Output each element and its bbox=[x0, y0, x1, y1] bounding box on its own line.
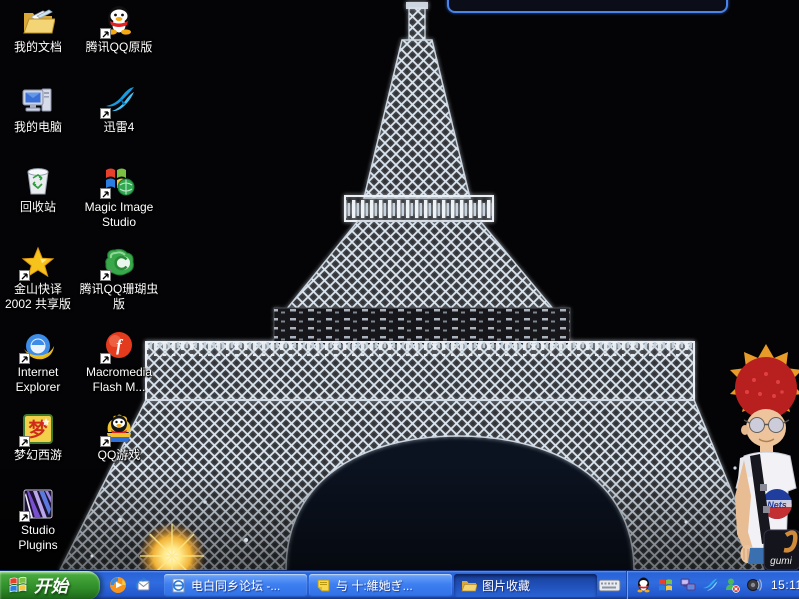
shortcut-arrow-icon bbox=[100, 108, 111, 119]
tray-coral-qq-offline-icon[interactable] bbox=[723, 577, 740, 594]
tray-thunder-icon[interactable] bbox=[701, 577, 718, 594]
task-button-forum[interactable]: 电白同乡论坛 -... bbox=[164, 574, 307, 597]
sticky-note-icon bbox=[316, 578, 331, 593]
task-title: 图片收藏 bbox=[482, 577, 530, 594]
menghuan-xiyou-icon: 梦 bbox=[21, 412, 55, 446]
shortcut-arrow-icon bbox=[100, 188, 111, 199]
tray-kingsoft-icon[interactable] bbox=[657, 577, 674, 594]
taskbar-right: 15:11 bbox=[598, 571, 799, 599]
kingsoft-star-icon bbox=[21, 246, 55, 280]
taskbar-clock[interactable]: 15:11 bbox=[771, 578, 799, 592]
desktop-icon-label: Studio Plugins bbox=[18, 523, 57, 553]
shortcut-arrow-icon bbox=[100, 270, 111, 281]
my-computer-icon bbox=[21, 84, 55, 118]
my-documents-icon bbox=[21, 4, 55, 38]
task-title: 电白同乡论坛 -... bbox=[191, 577, 280, 594]
desktop-icon-label: 迅雷4 bbox=[104, 120, 135, 135]
desktop-icon-label: QQ游戏 bbox=[98, 448, 141, 463]
taskbar: 开始 bbox=[0, 570, 799, 599]
flash-icon: f bbox=[102, 329, 136, 363]
task-button-pictures[interactable]: 图片收藏 bbox=[454, 574, 597, 597]
outlook-express-icon[interactable] bbox=[133, 575, 153, 595]
desktop-icon-label: 我的文档 bbox=[14, 40, 62, 55]
avatar-character: Nets gumi bbox=[714, 336, 799, 570]
start-button[interactable]: 开始 bbox=[0, 571, 100, 599]
quick-launch bbox=[108, 575, 153, 595]
recycle-bin-icon bbox=[21, 164, 55, 198]
desktop-icon-menghuan-xiyou[interactable]: 梦 梦幻西游 bbox=[0, 412, 80, 464]
shortcut-arrow-icon bbox=[19, 270, 30, 281]
start-button-label: 开始 bbox=[34, 572, 68, 599]
desktop-icon-qq[interactable]: 腾讯QQ原版 bbox=[77, 4, 161, 56]
svg-text:Nets: Nets bbox=[767, 500, 787, 510]
task-title: 与 十:維她ぎ... bbox=[336, 577, 413, 594]
studio-plugins-icon bbox=[21, 487, 55, 521]
qq-icon bbox=[102, 4, 136, 38]
desktop-icon-thunder[interactable]: 迅雷4 bbox=[77, 84, 161, 136]
shortcut-arrow-icon bbox=[19, 436, 30, 447]
desktop-icon-kingsoft-star[interactable]: 金山快译 2002 共享版 bbox=[0, 246, 80, 313]
shortcut-arrow-icon bbox=[19, 353, 30, 364]
desktop: 我的文档 腾讯QQ原版 bbox=[0, 0, 799, 599]
desktop-icon-label: 我的电脑 bbox=[14, 120, 62, 135]
svg-text:gumi: gumi bbox=[770, 556, 792, 567]
shortcut-arrow-icon bbox=[100, 353, 111, 364]
windows-media-player-icon[interactable] bbox=[108, 575, 128, 595]
windows-flag-icon bbox=[9, 576, 28, 595]
tray-qq-icon[interactable] bbox=[635, 577, 652, 594]
gumi-bag: gumi bbox=[764, 530, 799, 570]
desktop-icon-label: Internet Explorer bbox=[16, 365, 61, 395]
desktop-icon-qq-game[interactable]: QQ游戏 bbox=[77, 412, 161, 464]
desktop-icon-label: 回收站 bbox=[20, 200, 56, 215]
desktop-icon-internet-explorer[interactable]: Internet Explorer bbox=[0, 329, 80, 396]
desktop-icon-flash[interactable]: f Macromedia Flash M... bbox=[77, 329, 161, 396]
desktop-icon-my-documents[interactable]: 我的文档 bbox=[0, 4, 80, 56]
desktop-icon-label: 腾讯QQ珊瑚虫 版 bbox=[80, 282, 159, 312]
shortcut-arrow-icon bbox=[100, 28, 111, 39]
desktop-icon-studio-plugins[interactable]: Studio Plugins bbox=[0, 487, 80, 554]
desktop-icon-coral-qq[interactable]: 腾讯QQ珊瑚虫 版 bbox=[77, 246, 161, 313]
tray-network-icon[interactable] bbox=[679, 577, 696, 594]
internet-explorer-icon bbox=[21, 329, 55, 363]
desktop-icon-my-computer[interactable]: 我的电脑 bbox=[0, 84, 80, 136]
thunder-icon bbox=[102, 84, 136, 118]
shortcut-arrow-icon bbox=[19, 511, 30, 522]
shortcut-arrow-icon bbox=[100, 436, 111, 447]
folder-icon bbox=[461, 578, 477, 593]
tray-volume-icon[interactable] bbox=[745, 577, 762, 594]
magic-image-studio-icon bbox=[102, 164, 136, 198]
desktop-icon-label: Macromedia Flash M... bbox=[86, 365, 152, 395]
desktop-icon-label: Magic Image Studio bbox=[85, 200, 154, 230]
desktop-icon-magic-image-studio[interactable]: Magic Image Studio bbox=[77, 164, 161, 231]
task-buttons: 电白同乡论坛 -... 与 十:維她ぎ... bbox=[163, 571, 598, 599]
coral-qq-icon bbox=[102, 246, 136, 280]
desktop-icon-recycle-bin[interactable]: 回收站 bbox=[0, 164, 80, 216]
system-tray: 15:11 bbox=[627, 571, 799, 599]
keyboard-input-indicator-icon[interactable] bbox=[598, 578, 621, 593]
desktop-icon-label: 梦幻西游 bbox=[14, 448, 62, 463]
qq-game-icon bbox=[102, 412, 136, 446]
task-button-chat[interactable]: 与 十:維她ぎ... bbox=[309, 574, 452, 597]
ie-page-icon bbox=[171, 578, 186, 593]
desktop-icon-label: 金山快译 2002 共享版 bbox=[5, 282, 71, 312]
desktop-icon-label: 腾讯QQ原版 bbox=[86, 40, 153, 55]
offscreen-window-edge[interactable] bbox=[447, 0, 728, 13]
